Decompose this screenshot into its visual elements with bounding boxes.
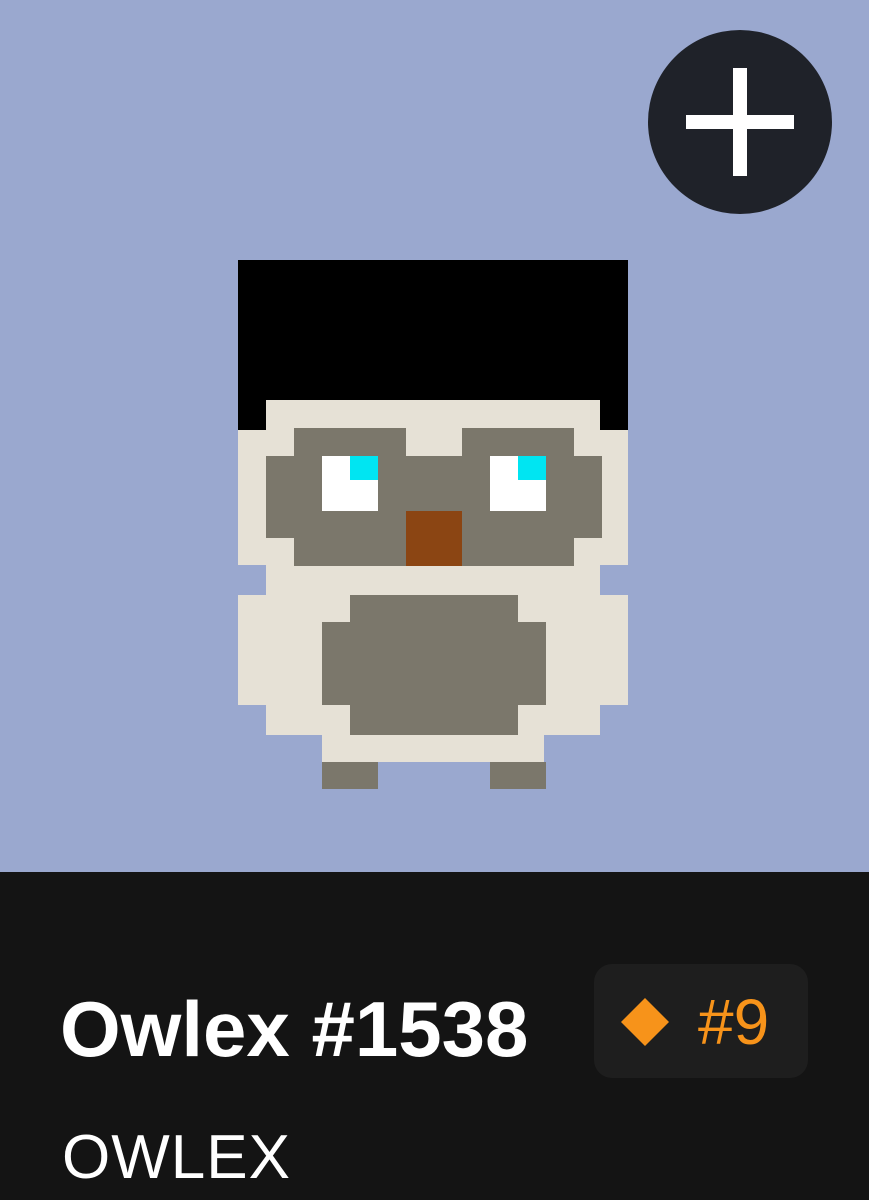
nft-card[interactable]: Owlex #1538 #9 OWLEX [0,0,869,1200]
add-button[interactable] [648,30,832,214]
nft-info-panel: Owlex #1538 #9 OWLEX [0,872,869,1200]
plus-icon [686,68,794,176]
nft-artwork[interactable] [0,0,869,872]
diamond-icon [621,998,669,1046]
rank-label: #9 [698,986,770,1058]
collection-name[interactable]: OWLEX [62,1127,291,1189]
rank-badge[interactable]: #9 [594,964,808,1078]
nft-title: Owlex #1538 [60,985,529,1073]
